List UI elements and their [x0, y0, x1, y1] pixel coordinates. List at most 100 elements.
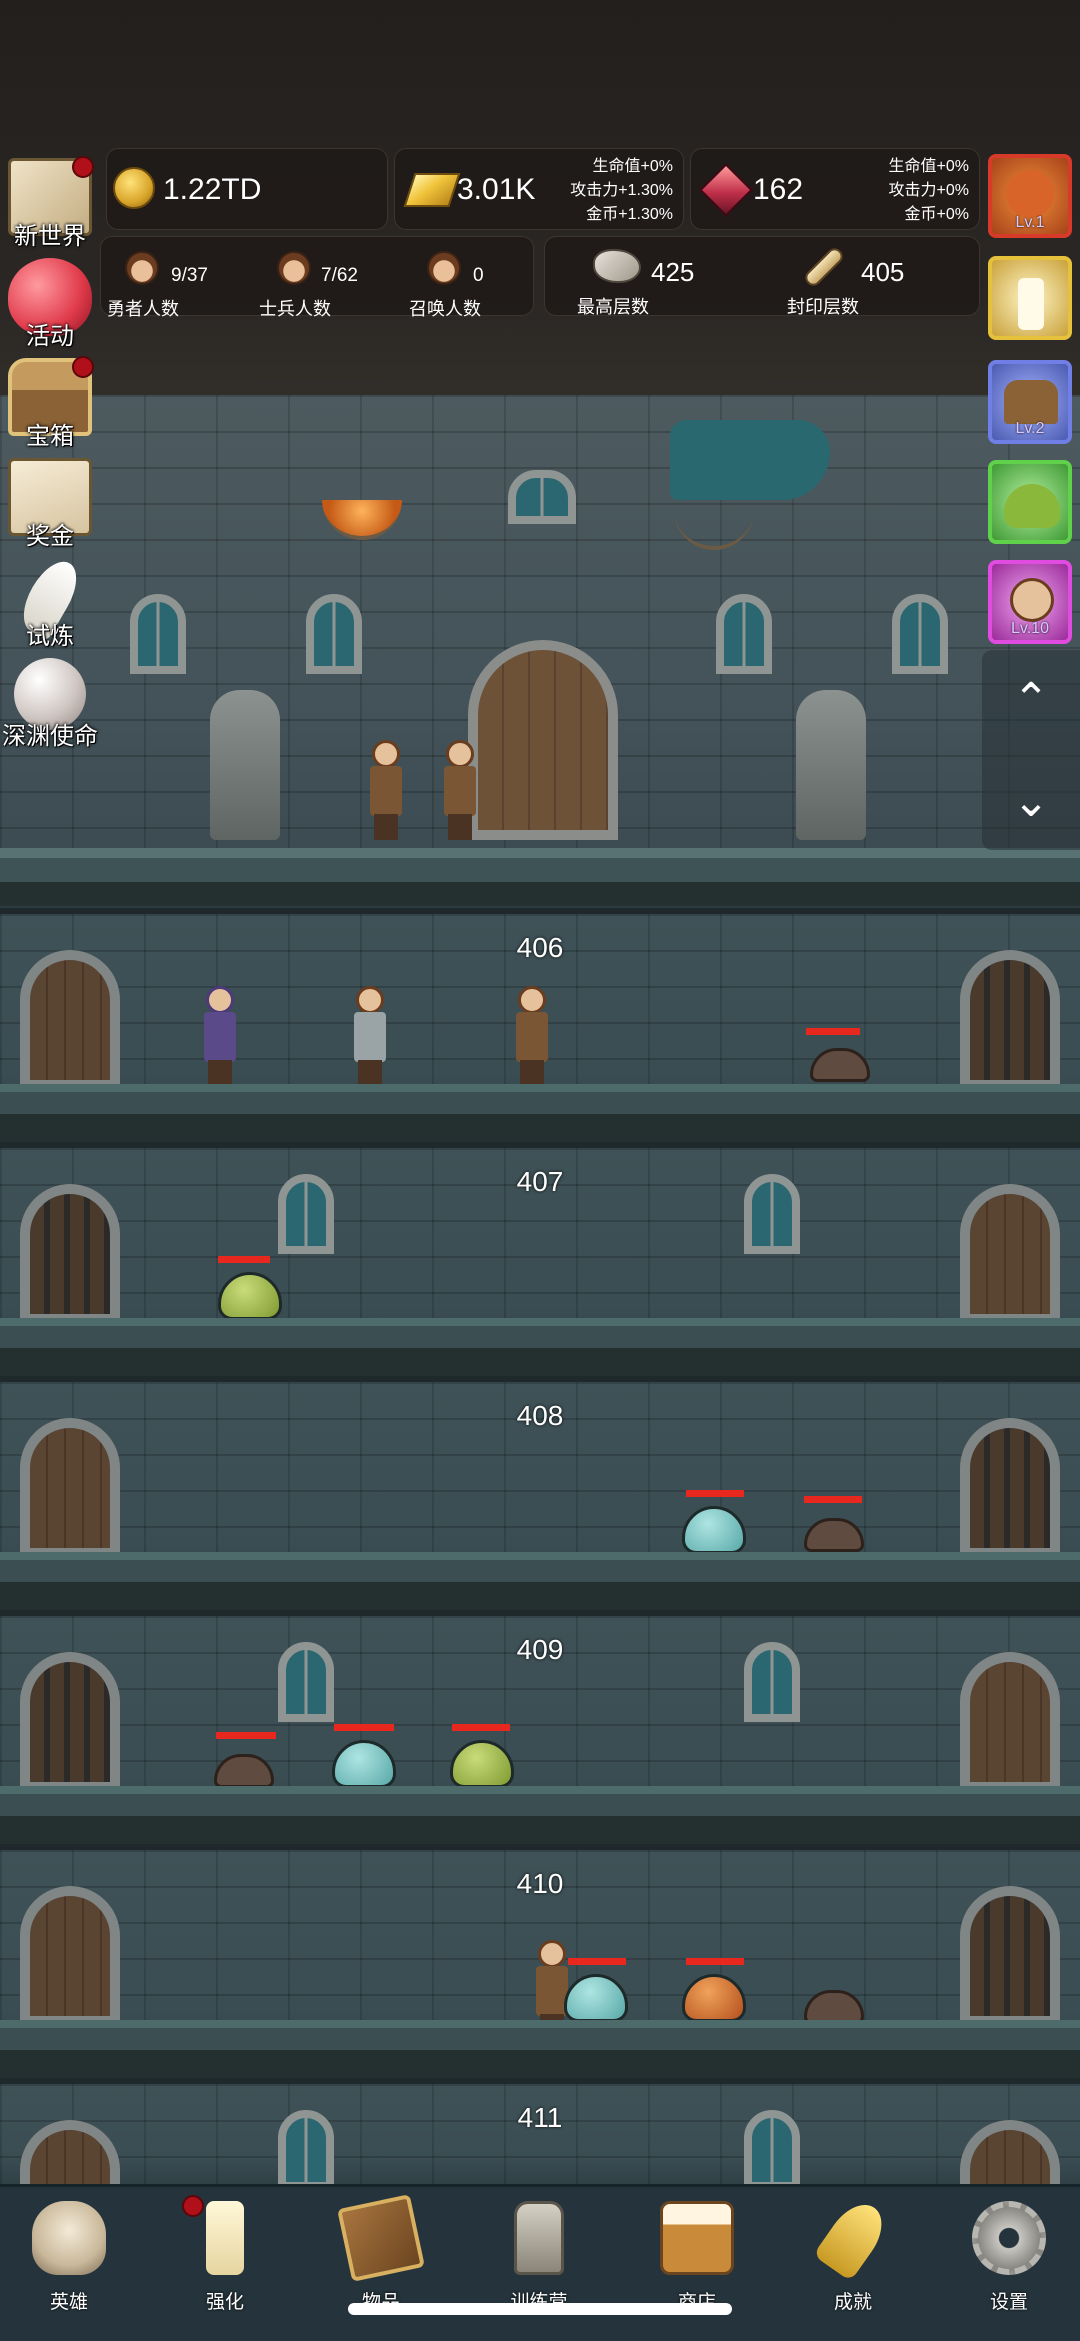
window [306, 594, 362, 674]
beer-mug-icon [660, 2201, 734, 2275]
floor-gate [960, 1886, 1060, 2026]
pumpkin-boost[interactable]: Lv.1 [988, 154, 1072, 238]
gem-value: 162 [753, 173, 804, 206]
enemy-hp-bar [806, 1028, 860, 1035]
floor-407[interactable]: 407 [0, 1142, 1080, 1376]
stone-icon [593, 249, 641, 283]
skull-icon [32, 2201, 106, 2275]
gold-panel: 3.01K 生命值+0% 攻击力+1.30% 金币+1.30% [394, 148, 684, 230]
enemy-hp-bar [568, 1958, 626, 1965]
floor-door [20, 1886, 120, 2026]
window [130, 594, 186, 674]
floor-409[interactable]: 409 [0, 1610, 1080, 1844]
hero-count: 9/37 [171, 265, 208, 286]
hero-character[interactable] [366, 740, 406, 840]
coin-icon [113, 167, 155, 209]
hero-character[interactable] [512, 986, 552, 1086]
lantern-icon [514, 2201, 564, 2275]
knight-statue [796, 690, 866, 840]
floor-door [960, 1184, 1060, 1324]
chest-boost-icon [1004, 380, 1058, 424]
pumpkin-icon [1006, 170, 1054, 218]
gold-value: 3.01K [457, 173, 536, 206]
summon-count: 0 [473, 265, 484, 286]
chest-boost[interactable]: Lv.2 [988, 360, 1072, 444]
gem-panel: 162 生命值+0% 攻击力+0% 金币+0% [690, 148, 980, 230]
gem-icon [699, 163, 753, 217]
soldier-count-label: 士兵人数 [259, 299, 331, 319]
coins-panel: 1.22TD [106, 148, 388, 230]
broken-wall-gap [670, 420, 830, 500]
floor-scroll-panel: ⌃ ⌄ [982, 650, 1080, 850]
nav-settings[interactable]: 设置 [934, 2195, 1080, 2325]
floor-gate [960, 1418, 1060, 1558]
floor-number: 410 [516, 1868, 564, 1899]
sealed-floor-label: 封印层数 [787, 297, 859, 317]
notification-badge [182, 2195, 204, 2217]
enemy-hp-bar [804, 1496, 862, 1503]
castle-gate[interactable] [468, 640, 618, 840]
floor-gate [20, 1184, 120, 1324]
enemy-hp-bar [686, 1958, 744, 1965]
gear-icon [972, 2201, 1046, 2275]
home-indicator[interactable] [348, 2303, 732, 2315]
candle-icon [1018, 278, 1044, 330]
floor-door [960, 1652, 1060, 1792]
floor-410[interactable]: 410 [0, 1844, 1080, 2078]
highest-floor-value: 425 [651, 257, 695, 287]
floor-number: 408 [516, 1400, 564, 1431]
witch-hero[interactable] [200, 986, 240, 1086]
new-world-button[interactable]: 新世界 [0, 152, 100, 252]
notification-badge [72, 156, 94, 178]
enemy-hp-bar [452, 1724, 510, 1731]
events-button[interactable]: 活动 [0, 252, 100, 352]
floor-records-panel: 425 最高层数 405 封印层数 [544, 236, 980, 317]
summon-count-icon [427, 251, 461, 285]
hall-ground [0, 848, 1080, 906]
unit-counts-panel: 9/37 勇者人数 7/62 士兵人数 0 召唤人数 [100, 236, 534, 319]
hero-boost[interactable]: Lv.10 [988, 560, 1072, 644]
trial-button[interactable]: 试炼 [0, 552, 100, 652]
nav-heroes[interactable]: 英雄 [0, 2195, 144, 2325]
floor-406[interactable]: 406 [0, 908, 1080, 1142]
bottom-nav: 英雄 强化 物品 训练营 商店 成就 设置 [0, 2184, 1080, 2341]
gold-bar-icon [403, 173, 461, 207]
abyss-mission-button[interactable]: 深渊使命 [0, 652, 100, 752]
knight-statue [210, 690, 280, 840]
coins-value: 1.22TD [163, 173, 262, 206]
candle-icon [206, 2201, 244, 2275]
key-icon [812, 2194, 894, 2282]
floor-number: 409 [516, 1634, 564, 1665]
scroll-down-button[interactable]: ⌄ [982, 772, 1080, 832]
hero-boost-icon [1010, 578, 1054, 622]
floor-408[interactable]: 408 [0, 1376, 1080, 1610]
scroll-up-button[interactable]: ⌃ [982, 670, 1080, 730]
candle-boost[interactable] [988, 256, 1072, 340]
highest-floor-label: 最高层数 [577, 297, 649, 317]
floor-door [20, 1418, 120, 1558]
floor-number: 407 [516, 1166, 564, 1197]
hero-count-icon [125, 251, 159, 285]
window [508, 470, 576, 524]
nav-achievements[interactable]: 成就 [778, 2194, 928, 2325]
summon-count-label: 召唤人数 [409, 299, 481, 319]
enemy-hp-bar [686, 1490, 744, 1497]
hero-character[interactable] [440, 740, 480, 840]
treasure-chest-button[interactable]: 宝箱 [0, 352, 100, 452]
nav-upgrade[interactable]: 强化 [150, 2195, 300, 2325]
book-icon [337, 2194, 425, 2282]
slime-boost-icon [1004, 484, 1060, 528]
floor-door [20, 950, 120, 1090]
hero-character[interactable] [350, 986, 390, 1086]
floor-411[interactable]: 411 [0, 2078, 1080, 2260]
enemy-hp-bar [334, 1724, 394, 1731]
slime-boost[interactable] [988, 460, 1072, 544]
window [716, 594, 772, 674]
soldier-count: 7/62 [321, 265, 358, 286]
gold-bonus: 生命值+0% 攻击力+1.30% 金币+1.30% [570, 158, 673, 223]
sealed-floor-value: 405 [861, 257, 905, 287]
bonus-button[interactable]: 奖金 [0, 452, 100, 552]
soldier-count-icon [277, 251, 311, 285]
floor-number: 406 [516, 932, 564, 963]
floor-gate [20, 1652, 120, 1792]
